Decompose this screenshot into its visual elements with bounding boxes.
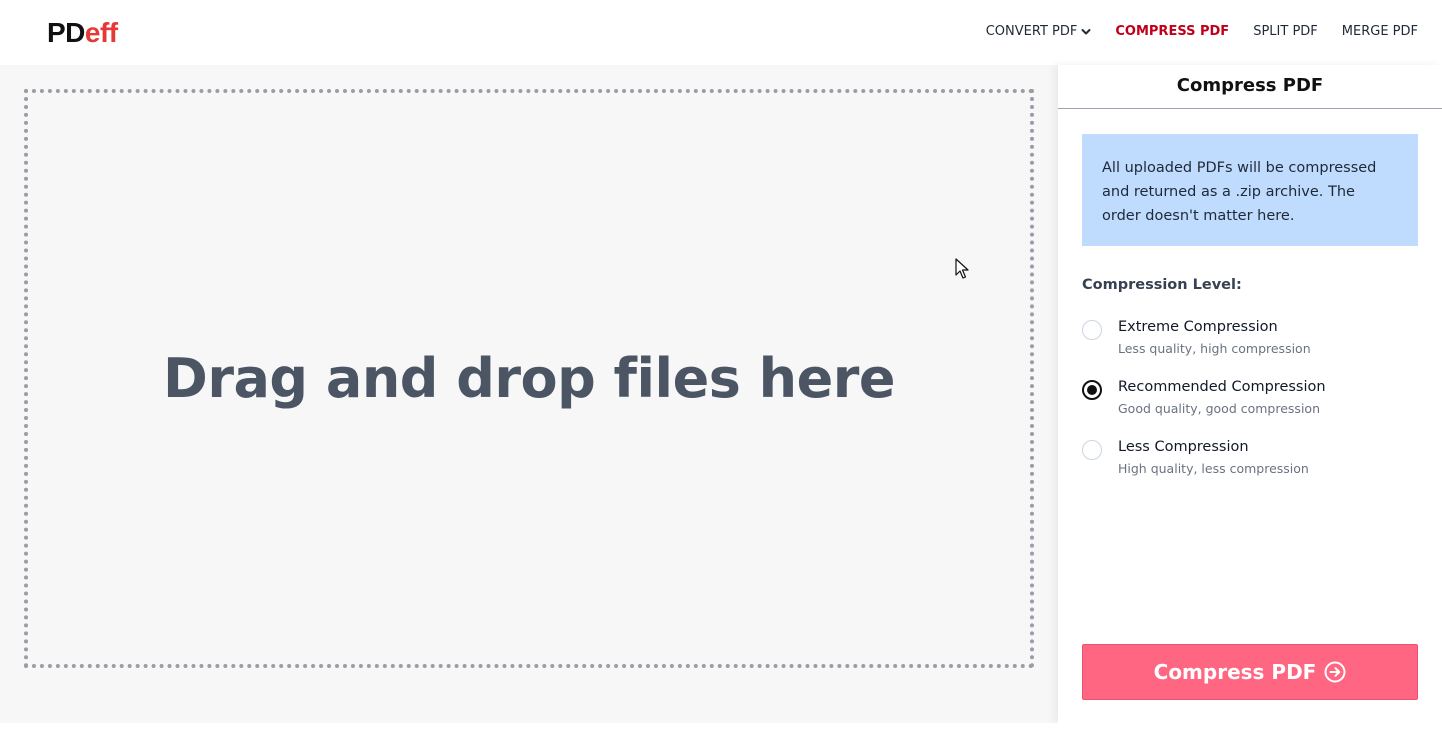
option-recommended-compression[interactable]: Recommended Compression Good quality, go… xyxy=(1082,377,1418,421)
nav-convert-label: CONVERT PDF xyxy=(985,24,1078,39)
drop-region: Drag and drop files here xyxy=(0,65,1058,723)
info-notice: All uploaded PDFs will be compressed and… xyxy=(1082,134,1418,246)
radio-less[interactable] xyxy=(1082,440,1102,460)
compression-level-label: Compression Level: xyxy=(1082,277,1242,293)
app-page: PDeff CONVERT PDF COMPRESS PDF SPLIT PDF… xyxy=(0,0,1442,739)
main-nav: CONVERT PDF COMPRESS PDF SPLIT PDF MERGE… xyxy=(986,22,1418,42)
file-drop-zone[interactable]: Drag and drop files here xyxy=(24,89,1034,668)
option-title: Less Compression xyxy=(1118,439,1249,455)
radio-recommended[interactable] xyxy=(1082,380,1102,400)
top-header: PDeff CONVERT PDF COMPRESS PDF SPLIT PDF… xyxy=(0,0,1442,65)
arrow-right-circle-icon xyxy=(1324,661,1346,683)
chevron-down-icon xyxy=(1081,29,1091,35)
drop-zone-text: Drag and drop files here xyxy=(163,347,895,410)
nav-merge-pdf[interactable]: MERGE PDF xyxy=(1342,22,1418,42)
pdeff-logo[interactable]: PDeff xyxy=(47,16,118,50)
option-description: High quality, less compression xyxy=(1118,461,1309,476)
radio-extreme[interactable] xyxy=(1082,320,1102,340)
option-extreme-compression[interactable]: Extreme Compression Less quality, high c… xyxy=(1082,317,1418,361)
mouse-pointer-icon xyxy=(955,258,969,279)
logo-text-eff: eff xyxy=(84,17,118,48)
bottom-strip xyxy=(0,723,1442,739)
sidebar-title: Compress PDF xyxy=(1058,65,1442,109)
nav-compress-pdf[interactable]: COMPRESS PDF xyxy=(1115,22,1229,42)
option-description: Good quality, good compression xyxy=(1118,401,1320,416)
option-less-compression[interactable]: Less Compression High quality, less comp… xyxy=(1082,437,1418,481)
option-title: Extreme Compression xyxy=(1118,319,1278,335)
nav-split-pdf[interactable]: SPLIT PDF xyxy=(1253,22,1318,42)
option-description: Less quality, high compression xyxy=(1118,341,1311,356)
nav-convert-pdf[interactable]: CONVERT PDF xyxy=(986,22,1092,42)
options-sidebar: Compress PDF All uploaded PDFs will be c… xyxy=(1058,65,1442,723)
compress-button-label: Compress PDF xyxy=(1153,660,1317,684)
logo-text-pd: PD xyxy=(47,17,85,48)
option-title: Recommended Compression xyxy=(1118,379,1326,395)
compress-pdf-button[interactable]: Compress PDF xyxy=(1082,644,1418,700)
